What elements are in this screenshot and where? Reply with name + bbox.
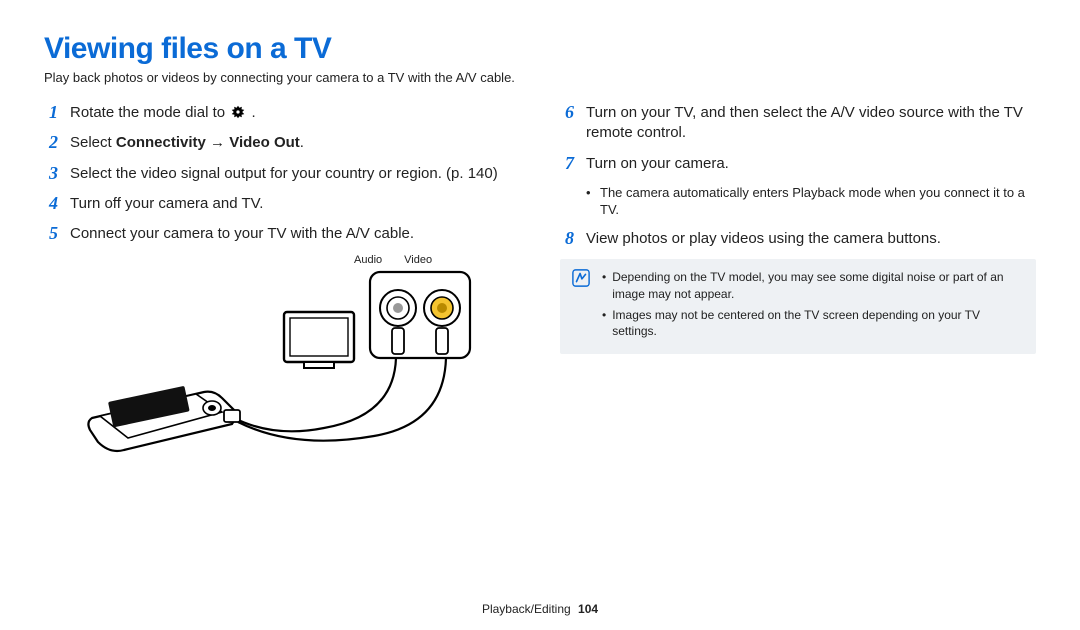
camera-icon bbox=[88, 386, 235, 451]
note-item: • Images may not be centered on the TV s… bbox=[602, 307, 1024, 341]
step-text: Select the video signal output for your … bbox=[70, 164, 520, 184]
step-number: 2 bbox=[44, 133, 58, 153]
page-footer: Playback/Editing 104 bbox=[0, 602, 1080, 616]
columns: 1 Rotate the mode dial to . 2 bbox=[44, 103, 1036, 463]
step-5: 5 Connect your camera to your TV with th… bbox=[44, 224, 520, 244]
step-text-pre: Rotate the mode dial to bbox=[70, 104, 229, 121]
page-subtitle: Play back photos or videos by connecting… bbox=[44, 70, 1036, 85]
right-column: 6 Turn on your TV, and then select the A… bbox=[560, 103, 1036, 463]
note-list: • Depending on the TV model, you may see… bbox=[602, 269, 1024, 344]
note-box: • Depending on the TV model, you may see… bbox=[560, 259, 1036, 354]
step-4: 4 Turn off your camera and TV. bbox=[44, 194, 520, 214]
connection-diagram: Audio Video bbox=[74, 254, 520, 463]
note-text: Images may not be centered on the TV scr… bbox=[612, 307, 1024, 341]
step-6: 6 Turn on your TV, and then select the A… bbox=[560, 103, 1036, 144]
left-column: 1 Rotate the mode dial to . 2 bbox=[44, 103, 520, 463]
note-item: • Depending on the TV model, you may see… bbox=[602, 269, 1024, 303]
footer-page-number: 104 bbox=[578, 602, 598, 616]
page-title: Viewing files on a TV bbox=[44, 32, 1036, 66]
diagram-svg bbox=[74, 268, 474, 458]
step-text: Rotate the mode dial to . bbox=[70, 103, 520, 123]
step-7-sub: • The camera automatically enters Playba… bbox=[586, 184, 1036, 219]
step-text-pre: Select bbox=[70, 134, 116, 151]
cable-video-icon bbox=[238, 358, 446, 441]
step-text: Turn on your camera. bbox=[586, 154, 1036, 174]
step-text: Turn on your TV, and then select the A/V… bbox=[586, 103, 1036, 144]
footer-section: Playback/Editing bbox=[482, 602, 571, 616]
step-text: Turn off your camera and TV. bbox=[70, 194, 520, 214]
step-text: Connect your camera to your TV with the … bbox=[70, 224, 520, 244]
step-text: View photos or play videos using the cam… bbox=[586, 229, 1036, 249]
step-number: 1 bbox=[44, 103, 58, 123]
step-number: 4 bbox=[44, 194, 58, 214]
substep-text: The camera automatically enters Playback… bbox=[600, 184, 1036, 219]
video-label: Video bbox=[404, 254, 432, 266]
step-text-bold: Connectivity → Video Out bbox=[116, 134, 300, 151]
step-text-post: . bbox=[251, 104, 255, 121]
diagram-labels: Audio Video bbox=[354, 254, 520, 266]
bullet-icon: • bbox=[602, 269, 606, 303]
audio-label: Audio bbox=[354, 254, 382, 266]
tv-icon bbox=[284, 312, 354, 368]
step-text: Select Connectivity → Video Out. bbox=[70, 133, 520, 153]
step-number: 7 bbox=[560, 154, 574, 174]
step-7: 7 Turn on your camera. bbox=[560, 154, 1036, 174]
manual-page: Viewing files on a TV Play back photos o… bbox=[0, 0, 1080, 630]
step-8: 8 View photos or play videos using the c… bbox=[560, 229, 1036, 249]
step-2: 2 Select Connectivity → Video Out. bbox=[44, 133, 520, 153]
step-number: 3 bbox=[44, 164, 58, 184]
step-number: 5 bbox=[44, 224, 58, 244]
settings-mode-icon bbox=[231, 105, 245, 119]
camera-plug-icon bbox=[224, 410, 240, 422]
bullet-icon: • bbox=[586, 184, 592, 219]
step-3: 3 Select the video signal output for you… bbox=[44, 164, 520, 184]
note-text: Depending on the TV model, you may see s… bbox=[612, 269, 1024, 303]
step-number: 8 bbox=[560, 229, 574, 249]
av-jacks-icon bbox=[370, 272, 470, 358]
step-text-post: . bbox=[300, 134, 304, 151]
step-1: 1 Rotate the mode dial to . bbox=[44, 103, 520, 123]
step-number: 6 bbox=[560, 103, 574, 123]
note-icon bbox=[572, 269, 592, 344]
bullet-icon: • bbox=[602, 307, 606, 341]
